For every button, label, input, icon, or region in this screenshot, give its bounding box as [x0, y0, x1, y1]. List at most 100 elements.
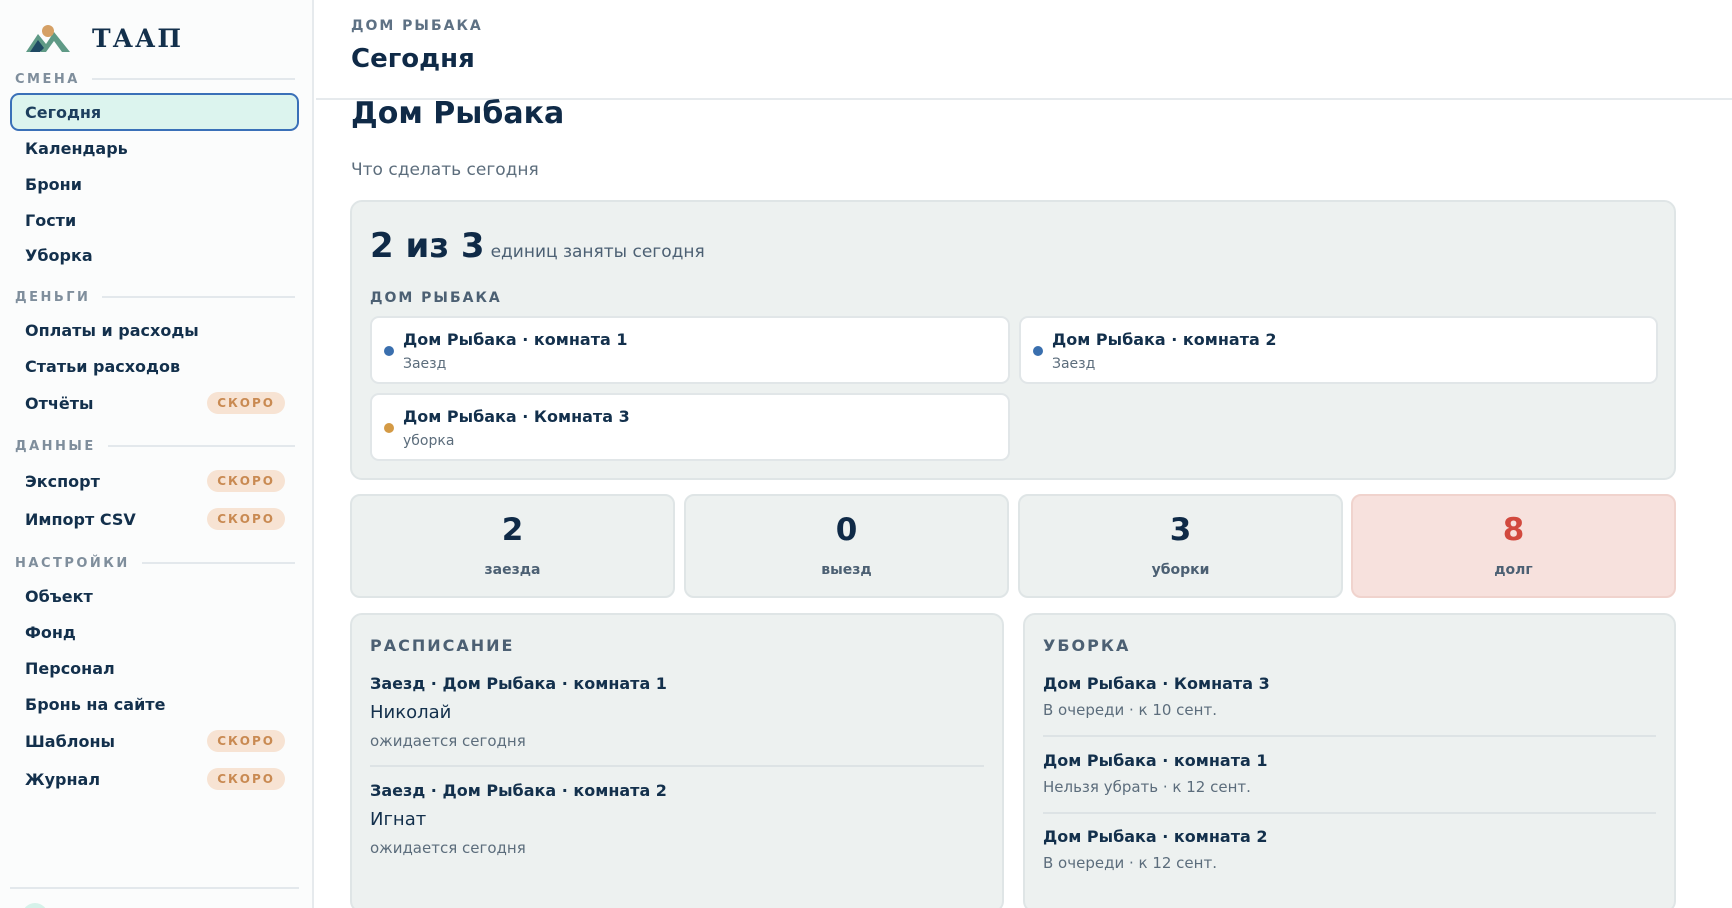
- sidebar-item-bookings[interactable]: Брони: [10, 165, 299, 203]
- soon-badge: СКОРО: [207, 508, 285, 530]
- stat-debt[interactable]: 8 долг: [1351, 494, 1676, 598]
- cleaning-entry[interactable]: Дом Рыбака · Комната 3 В очереди · к 10 …: [1043, 674, 1656, 719]
- section-settings: НАСТРОЙКИ: [15, 555, 295, 571]
- room-card[interactable]: Дом Рыбака · комната 2 Заезд: [1019, 316, 1658, 384]
- cleaning-entry-room: Дом Рыбака · Комната 3: [1043, 674, 1270, 693]
- stat-label: выезд: [821, 562, 872, 578]
- cleaning-divider: [1043, 812, 1656, 814]
- sidebar-item-label: Гости: [25, 210, 77, 230]
- brand[interactable]: ТААП: [24, 22, 183, 54]
- sidebar-item-label: Шаблоны: [25, 731, 115, 751]
- topbar: ДОМ РЫБАКА Сегодня: [316, 0, 1732, 100]
- cleaning-entry-room: Дом Рыбака · комната 2: [1043, 827, 1268, 846]
- sidebar-item-property[interactable]: Объект: [10, 577, 299, 615]
- sidebar-item-reports[interactable]: Отчёты СКОРО: [10, 384, 299, 422]
- sidebar-item-staff[interactable]: Персонал: [10, 649, 299, 687]
- sidebar-footer-divider: [10, 887, 299, 889]
- mountains-sun-logo-icon: [26, 25, 70, 52]
- stat-checkouts[interactable]: 0 выезд: [684, 494, 1009, 598]
- sidebar-item-label: Брони: [25, 174, 82, 194]
- stat-value: 8: [1502, 512, 1525, 548]
- sidebar-item-label: Импорт CSV: [25, 509, 136, 529]
- page-title: Дом Рыбака: [351, 96, 565, 131]
- cleaning-entry-status: В очереди · к 10 сент.: [1043, 701, 1217, 719]
- occupancy-panel: 2 из 3 единиц заняты сегодня ДОМ РЫБАКА Д…: [350, 200, 1676, 480]
- room-status: Заезд: [1052, 356, 1096, 372]
- schedule-panel: РАСПИСАНИЕ Заезд · Дом Рыбака · комната …: [350, 613, 1004, 908]
- section-label: НАСТРОЙКИ: [15, 555, 130, 571]
- sidebar-item-label: Фонд: [25, 622, 76, 642]
- room-status-dot: [384, 346, 394, 356]
- section-data: ДАННЫЕ: [15, 438, 295, 454]
- sidebar-item-cleaning[interactable]: Уборка: [10, 236, 299, 274]
- sidebar-item-label: Статьи расходов: [25, 356, 181, 376]
- sidebar-item-site-booking[interactable]: Бронь на сайте: [10, 685, 299, 723]
- page-subtitle: Что сделать сегодня: [351, 160, 539, 180]
- sidebar-item-guests[interactable]: Гости: [10, 201, 299, 239]
- sidebar-item-label: Бронь на сайте: [25, 694, 166, 714]
- section-label: ДАННЫЕ: [15, 438, 96, 454]
- room-card[interactable]: Дом Рыбака · комната 1 Заезд: [370, 316, 1010, 384]
- room-name: Дом Рыбака · комната 1: [403, 330, 628, 349]
- user-avatar[interactable]: [22, 903, 48, 908]
- sidebar-item-calendar[interactable]: Календарь: [10, 129, 299, 167]
- soon-badge: СКОРО: [207, 730, 285, 752]
- cleaning-panel: УБОРКА Дом Рыбака · Комната 3 В очереди …: [1023, 613, 1676, 908]
- schedule-entry-status: ожидается сегодня: [370, 839, 526, 857]
- room-status-dot: [384, 423, 394, 433]
- sidebar-item-payments[interactable]: Оплаты и расходы: [10, 311, 299, 349]
- section-label: СМЕНА: [15, 71, 80, 87]
- occupancy-count: 2 из 3: [370, 226, 485, 266]
- sidebar-item-templates[interactable]: Шаблоны СКОРО: [10, 722, 299, 760]
- stat-value: 3: [1169, 512, 1192, 548]
- section-divider: [141, 562, 295, 564]
- room-status-dot: [1033, 346, 1043, 356]
- stat-cleanings[interactable]: 3 уборки: [1018, 494, 1343, 598]
- sidebar-item-label: Сегодня: [25, 102, 102, 122]
- sidebar: ТААП СМЕНА Сегодня Календарь Брони Гости…: [0, 0, 314, 908]
- sidebar-item-label: Объект: [25, 586, 93, 606]
- sidebar-item-export[interactable]: Экспорт СКОРО: [10, 462, 299, 500]
- sidebar-item-journal[interactable]: Журнал СКОРО: [10, 760, 299, 798]
- stat-value: 0: [835, 512, 858, 548]
- sidebar-item-label: Журнал: [25, 769, 101, 789]
- schedule-entry-head: Заезд · Дом Рыбака · комната 2: [370, 781, 667, 800]
- cleaning-entry[interactable]: Дом Рыбака · комната 1 Нельзя убрать · к…: [1043, 751, 1656, 796]
- sidebar-item-label: Экспорт: [25, 471, 100, 491]
- soon-badge: СКОРО: [207, 392, 285, 414]
- section-shift: СМЕНА: [15, 71, 295, 87]
- room-status: уборка: [403, 433, 455, 449]
- sidebar-item-expense-items[interactable]: Статьи расходов: [10, 347, 299, 385]
- brand-name: ТААП: [92, 23, 183, 53]
- guest-name: Николай: [370, 702, 452, 723]
- section-label: ДЕНЬГИ: [15, 289, 91, 305]
- guest-name: Игнат: [370, 809, 427, 830]
- room-name: Дом Рыбака · Комната 3: [403, 407, 630, 426]
- room-status: Заезд: [403, 356, 447, 372]
- stat-label: уборки: [1151, 562, 1210, 578]
- header-title: Сегодня: [351, 44, 475, 74]
- sidebar-item-fund[interactable]: Фонд: [10, 613, 299, 651]
- occupancy-summary: 2 из 3 единиц заняты сегодня: [370, 226, 705, 266]
- breadcrumb[interactable]: ДОМ РЫБАКА: [351, 18, 483, 34]
- schedule-entry[interactable]: Заезд · Дом Рыбака · комната 2 Игнат ожи…: [370, 781, 984, 857]
- stat-value: 2: [501, 512, 524, 548]
- schedule-entry[interactable]: Заезд · Дом Рыбака · комната 1 Николай о…: [370, 674, 984, 750]
- sidebar-item-import-csv[interactable]: Импорт CSV СКОРО: [10, 500, 299, 538]
- cleaning-entry[interactable]: Дом Рыбака · комната 2 В очереди · к 12 …: [1043, 827, 1656, 872]
- sidebar-item-label: Уборка: [25, 245, 93, 265]
- occupancy-caption: единиц заняты сегодня: [490, 242, 705, 262]
- stat-checkins[interactable]: 2 заезда: [350, 494, 675, 598]
- section-divider: [91, 78, 295, 80]
- room-card[interactable]: Дом Рыбака · Комната 3 уборка: [370, 393, 1010, 461]
- cleaning-entry-room: Дом Рыбака · комната 1: [1043, 751, 1268, 770]
- stat-label: долг: [1494, 562, 1533, 578]
- cleaning-title: УБОРКА: [1043, 636, 1131, 655]
- schedule-divider: [370, 765, 984, 767]
- cleaning-entry-status: Нельзя убрать · к 12 сент.: [1043, 778, 1251, 796]
- sidebar-item-today[interactable]: Сегодня: [10, 93, 299, 131]
- soon-badge: СКОРО: [207, 470, 285, 492]
- sidebar-item-label: Персонал: [25, 658, 115, 678]
- room-name: Дом Рыбака · комната 2: [1052, 330, 1277, 349]
- stat-label: заезда: [484, 562, 541, 578]
